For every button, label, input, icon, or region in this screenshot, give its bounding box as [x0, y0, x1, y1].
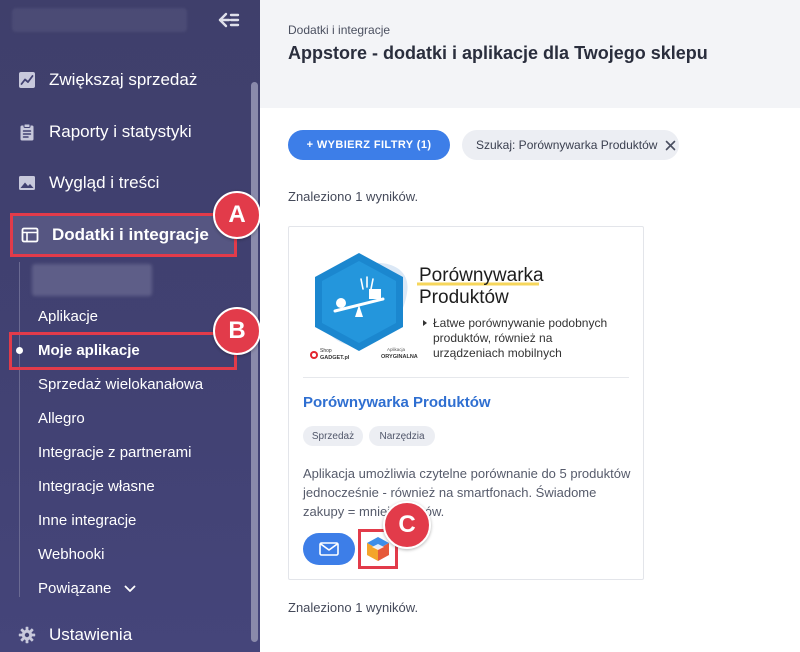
- banner-bullet-line2: produktów, również na: [433, 331, 553, 345]
- sub-item-webhooki[interactable]: Webhooki: [38, 543, 104, 567]
- banner-bullet-line1: Łatwe porównywanie podobnych: [433, 316, 607, 330]
- sub-item-powiazane[interactable]: Powiązane: [38, 577, 136, 601]
- app-description: Aplikacja umożliwia czytelne porównanie …: [303, 466, 631, 519]
- app-card[interactable]: Shop GADGET.pl Aplikacja ORYGINALNA Poró…: [288, 226, 644, 580]
- choose-filters-button[interactable]: + WYBIERZ FILTRY (1): [288, 130, 450, 160]
- sidebar-header: [0, 0, 260, 48]
- banner-heading-line2: Produktów: [419, 287, 509, 308]
- main-content: + WYBIERZ FILTRY (1) Szukaj: Porównywark…: [260, 108, 800, 652]
- page-header: Dodatki i integracje Appstore - dodatki …: [260, 0, 800, 108]
- banner-bullet-line3: urządzeniach mobilnych: [433, 346, 562, 360]
- contact-mail-button[interactable]: [303, 533, 355, 565]
- nav-item-label: Raporty i statystyki: [49, 122, 192, 141]
- breadcrumb[interactable]: Dodatki i integracje: [288, 23, 390, 37]
- collapse-sidebar-icon[interactable]: [216, 8, 240, 32]
- sub-item-integracje-partnerzy[interactable]: Integracje z partnerami: [38, 441, 191, 465]
- image-icon: [19, 176, 35, 190]
- annotation-badge-a: A: [213, 191, 261, 239]
- clipboard-icon: [20, 123, 34, 141]
- logo-small-text: Shop: [320, 348, 332, 354]
- nav-item-label: Dodatki i integracje: [52, 225, 209, 244]
- chart-line-icon: [19, 72, 35, 88]
- results-count-bottom: Znaleziono 1 wyników.: [288, 600, 419, 615]
- tag-sprzedaz[interactable]: Sprzedaż: [303, 426, 363, 446]
- active-dot-icon: [16, 347, 23, 354]
- gear-icon: [18, 626, 36, 644]
- app-banner-image: Shop GADGET.pl Aplikacja ORYGINALNA Poró…: [310, 253, 607, 361]
- nav-item-label: Ustawienia: [49, 625, 133, 644]
- sub-item-sprzedaz-wielokanalowa[interactable]: Sprzedaż wielokanałowa: [38, 373, 203, 397]
- chevron-down-icon: [124, 585, 135, 592]
- badge-text: ORYGINALNA: [381, 354, 418, 360]
- nav-item-zwiekszaj-sprzedaz[interactable]: Zwiększaj sprzedaż: [0, 58, 245, 102]
- badge-small-text: Aplikacja: [387, 347, 406, 352]
- search-filter-chip: Szukaj: Porównywarka Produktów: [462, 130, 679, 160]
- nav-item-label: Zwiększaj sprzedaż: [49, 70, 198, 89]
- annotation-badge-c: C: [383, 501, 431, 549]
- sub-item-allegro[interactable]: Allegro: [38, 407, 85, 431]
- app-title-link[interactable]: Porównywarka Produktów: [303, 394, 491, 411]
- sub-item-label: Powiązane: [38, 580, 112, 597]
- sub-item-inne-integracje[interactable]: Inne integracje: [38, 509, 136, 533]
- banner-heading-line1: Porównywarka: [419, 265, 544, 286]
- window-icon: [21, 227, 39, 243]
- mail-icon: [319, 542, 339, 556]
- sub-item-integracje-wlasne[interactable]: Integracje własne: [38, 475, 155, 499]
- page-title: Appstore - dodatki i aplikacje dla Twoje…: [288, 43, 708, 63]
- results-count-top: Znaleziono 1 wyników.: [288, 189, 419, 204]
- sub-item-moje-aplikacje[interactable]: Moje aplikacje: [38, 339, 140, 363]
- nav-item-wyglad[interactable]: Wygląd i treści: [0, 161, 245, 205]
- nav-item-ustawienia[interactable]: Ustawienia: [0, 613, 245, 652]
- nav-item-label: Wygląd i treści: [49, 173, 160, 192]
- close-icon[interactable]: [665, 140, 676, 151]
- logo-brand-text: GADGET.pl: [320, 355, 350, 361]
- search-chip-label: Szukaj: Porównywarka Produktów: [476, 138, 658, 152]
- sidebar-scrollbar[interactable]: [251, 82, 258, 642]
- store-name-blurred: [12, 8, 187, 32]
- card-divider: [303, 377, 629, 378]
- submenu-guide-line: [19, 262, 20, 597]
- annotation-badge-b: B: [213, 307, 261, 355]
- nav-item-raporty[interactable]: Raporty i statystyki: [0, 110, 245, 154]
- submenu-blurred-item: [32, 264, 152, 296]
- nav-item-dodatki-active[interactable]: Dodatki i integracje: [10, 213, 237, 257]
- tag-narzedzia[interactable]: Narzędzia: [369, 426, 435, 446]
- sub-item-aplikacje[interactable]: Aplikacje: [38, 305, 98, 329]
